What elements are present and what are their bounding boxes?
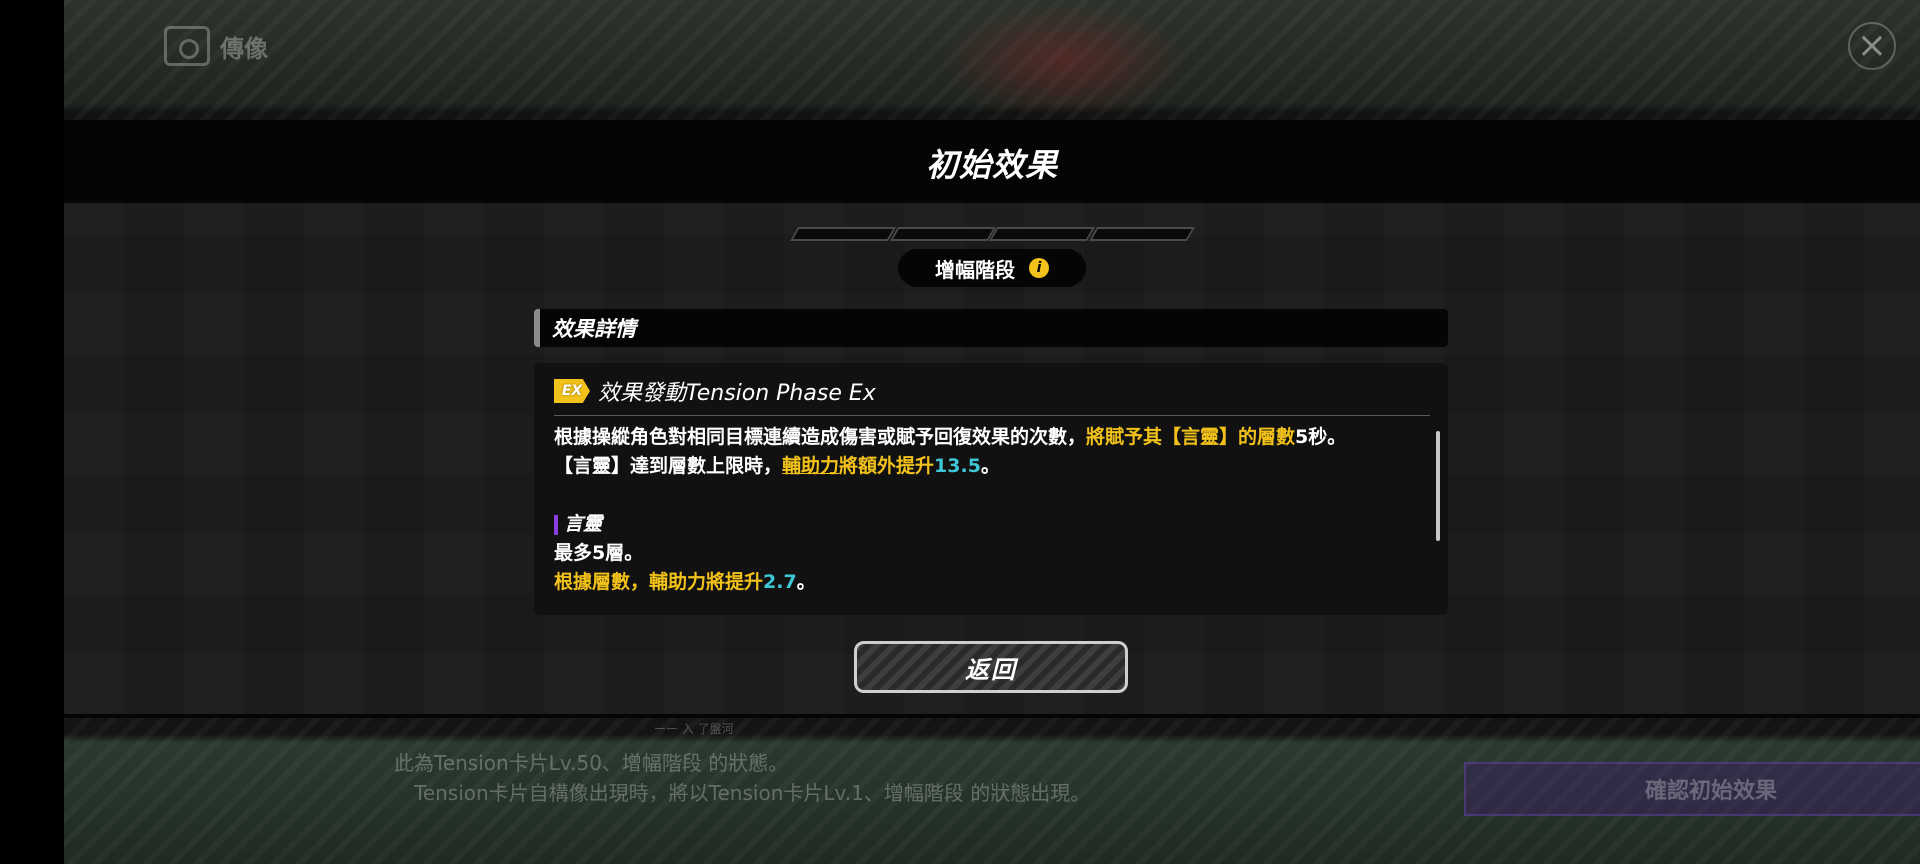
confirm-initial-effect-button[interactable]: 確認初始效果	[1464, 762, 1920, 816]
effect-divider	[554, 415, 1430, 416]
portrait-icon	[164, 26, 210, 66]
details-label: 效果詳情	[552, 317, 636, 341]
effect-box[interactable]: EX 效果發動Tension Phase Ex 根據操縱角色對相同目標連續造成傷…	[534, 363, 1448, 615]
modal-header: 初始效果	[64, 123, 1920, 203]
initial-effect-modal: 初始效果 增幅階段 i 效果詳情 EX 效果發動Tension Phase Ex…	[64, 120, 1920, 718]
sub-effect-title: 言靈	[554, 510, 1430, 539]
support-power-link[interactable]: 輔助力	[782, 455, 839, 477]
background-title: 傳像	[164, 26, 268, 66]
background-art	[934, 0, 1194, 120]
sub-effect-line-2: 根據層數，輔助力將提升2.7。	[554, 568, 1430, 597]
background-note: 此為Tension卡片Lv.50、增幅階段 的狀態。 Tension卡片自構像出…	[394, 748, 1090, 808]
effect-line-2: 【言靈】達到層數上限時，輔助力將額外提升13.5。	[554, 452, 1430, 481]
phase-segment	[889, 227, 996, 241]
sub-effect-marker	[554, 514, 558, 535]
phase-segment	[789, 227, 896, 241]
background-title-label: 傳像	[220, 34, 268, 63]
effect-text: 【言靈】達到層數上限時，	[554, 455, 783, 477]
phase-segment	[1088, 227, 1195, 241]
confirm-initial-effect-label: 確認初始效果	[1644, 779, 1777, 804]
left-letterbox	[0, 0, 64, 864]
effect-text: 。	[796, 571, 816, 593]
close-icon[interactable]: ×	[1848, 22, 1896, 70]
effect-text: 。	[980, 455, 1000, 477]
effect-line-1: 根據操縱角色對相同目標連續造成傷害或賦予回復效果的次數，將賦予其【言靈】的層數5…	[554, 423, 1430, 452]
sub-effect-title-label: 言靈	[564, 513, 603, 535]
phase-pill: 增幅階段 i	[898, 249, 1086, 287]
phase-segment	[988, 227, 1095, 241]
sub-effect-line-1: 最多5層。	[554, 542, 644, 564]
effect-heading: EX 效果發動Tension Phase Ex	[554, 375, 876, 407]
effect-scrollbar[interactable]	[1436, 431, 1440, 541]
return-button[interactable]: 返回	[854, 641, 1128, 693]
background-note-line2: Tension卡片自構像出現時，將以Tension卡片Lv.1、增幅階段 的狀態…	[414, 781, 1091, 805]
effect-name: 效果發動Tension Phase Ex	[598, 381, 876, 406]
effect-text: 根據操縱角色對相同目標連續造成傷害或賦予回復效果的次數，	[554, 426, 1087, 448]
return-label: 返回	[965, 655, 1017, 684]
phase-label: 增幅階段	[935, 257, 1015, 282]
background-small-text: ーー 入 了盤河	[654, 722, 734, 736]
effect-text: 5秒。	[1295, 426, 1347, 448]
details-header: 效果詳情	[534, 309, 1448, 347]
phase-progress-bar	[789, 227, 1195, 241]
modal-title: 初始效果	[925, 146, 1058, 184]
effect-description: 根據操縱角色對相同目標連續造成傷害或賦予回復效果的次數，將賦予其【言靈】的層數5…	[554, 423, 1430, 597]
info-icon[interactable]: i	[1029, 258, 1049, 278]
ex-badge-icon: EX	[554, 379, 590, 403]
effect-number: 2.7	[763, 571, 797, 593]
effect-highlight: 根據層數，輔助力將提升	[554, 571, 764, 593]
effect-number: 13.5	[934, 455, 981, 477]
effect-highlight: 將額外提升	[839, 455, 935, 477]
background-note-line1: 此為Tension卡片Lv.50、增幅階段 的狀態。	[394, 751, 789, 775]
effect-highlight: 將賦予其【言靈】的層數	[1086, 426, 1296, 448]
